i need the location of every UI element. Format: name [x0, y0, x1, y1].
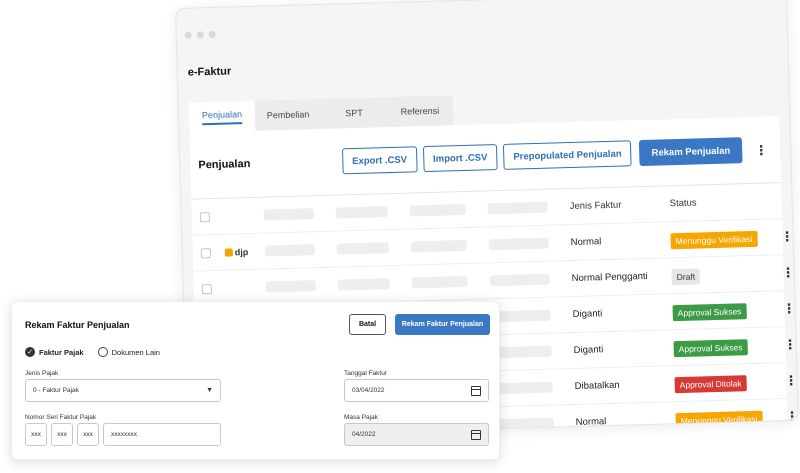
status-badge: Menunggu Verifikasi	[670, 230, 758, 249]
placeholder-cell	[487, 201, 548, 215]
status-cell: Menunggu Verifikasi	[675, 408, 785, 429]
jenis-faktur-cell: Diganti	[573, 344, 604, 356]
kebab-menu-icon[interactable]: ⋮	[783, 337, 796, 352]
column-header-jenis: Jenis Faktur	[569, 199, 622, 213]
rekam-faktur-button[interactable]: Rekam Faktur Penjualan	[395, 314, 490, 335]
nomor-seri-part-1[interactable]: xxx	[25, 423, 47, 446]
tanggal-faktur-input[interactable]: 03/04/2022	[344, 379, 489, 402]
placeholder-cell	[489, 273, 550, 287]
nomor-seri-label: Nomor Seri Faktur Pajak	[25, 414, 97, 421]
jenis-pajak-select[interactable]: 0 - Faktur Pajak ▼	[25, 379, 221, 402]
placeholder-cell	[335, 206, 388, 219]
select-all-checkbox[interactable]	[199, 211, 210, 222]
masa-pajak-label: Masa Pajak	[344, 414, 378, 421]
djp-logo-icon: djp	[224, 246, 265, 257]
rekam-faktur-form: Rekam Faktur Penjualan Batal Rekam Faktu…	[11, 301, 500, 460]
status-cell: Approval Ditolak	[674, 372, 784, 393]
status-cell: Menunggu Verifikasi	[670, 228, 780, 249]
window-dot-icon	[208, 30, 216, 39]
calendar-icon[interactable]	[471, 385, 481, 396]
jenis-faktur-cell: Normal	[575, 416, 607, 428]
row-checkbox[interactable]	[201, 283, 212, 294]
status-badge: Approval Ditolak	[674, 374, 747, 393]
batal-button[interactable]: Batal	[349, 314, 386, 335]
calendar-icon[interactable]	[471, 429, 481, 440]
radio-empty-icon	[97, 347, 108, 357]
rekam-penjualan-button[interactable]: Rekam Penjualan	[639, 137, 743, 167]
kebab-menu-icon[interactable]: ⋮	[780, 229, 793, 244]
window-dot-icon	[184, 31, 192, 39]
jenis-faktur-cell: Diganti	[572, 308, 603, 321]
radio-dokumen-lain[interactable]: Dokumen Lain	[97, 347, 160, 357]
jenis-faktur-cell: Normal Pengganti	[571, 270, 648, 285]
tanggal-faktur-label: Tanggal Faktur	[344, 370, 387, 377]
placeholder-cell	[409, 203, 466, 217]
form-title: Rekam Faktur Penjualan	[25, 320, 130, 330]
placeholder-cell	[491, 345, 552, 359]
tab-penjualan[interactable]: Penjualan	[188, 100, 256, 133]
status-badge: Menunggu Verifikasi	[675, 410, 763, 429]
radio-faktur-pajak[interactable]: ✓ Faktur Pajak	[25, 347, 84, 357]
prepopulated-button[interactable]: Prepopulated Penjualan	[503, 140, 632, 170]
placeholder-cell	[488, 237, 549, 251]
dropdown-caret-icon: ▼	[206, 387, 213, 394]
nomor-seri-part-4[interactable]: xxxxxxxx	[103, 423, 221, 446]
import-csv-button[interactable]: Import .CSV	[422, 144, 498, 173]
status-badge: Draft	[671, 267, 701, 285]
kebab-menu-icon[interactable]: ⋮	[781, 265, 794, 280]
placeholder-cell	[492, 381, 553, 395]
placeholder-cell	[410, 239, 467, 253]
status-cell: Approval Sukses	[672, 300, 782, 321]
placeholder-cell	[336, 242, 389, 255]
tab-pembelian[interactable]: Pembelian	[254, 98, 322, 131]
kebab-menu-icon[interactable]: ⋮	[782, 301, 795, 316]
placeholder-cell	[337, 278, 390, 291]
status-cell: Approval Sukses	[673, 336, 783, 357]
jenis-faktur-cell: Dibatalkan	[574, 379, 620, 392]
panel-title: Penjualan	[198, 157, 251, 172]
jenis-pajak-label: Jenis Pajak	[25, 370, 59, 377]
document-type-radio-group: ✓ Faktur Pajak Dokumen Lain	[25, 347, 174, 357]
masa-pajak-input[interactable]: 04/2022	[344, 423, 489, 446]
placeholder-cell	[493, 417, 554, 431]
tab-referensi[interactable]: Referensi	[386, 95, 454, 128]
kebab-menu-icon[interactable]: ⋮	[752, 142, 770, 157]
jenis-faktur-cell: Normal	[570, 236, 602, 249]
export-csv-button[interactable]: Export .CSV	[341, 146, 418, 175]
status-badge: Approval Sukses	[673, 338, 748, 357]
placeholder-cell	[411, 275, 468, 289]
row-checkbox[interactable]	[200, 247, 211, 258]
kebab-menu-icon[interactable]: ⋮	[785, 409, 798, 424]
radio-check-icon: ✓	[25, 347, 35, 357]
nomor-seri-part-2[interactable]: xxx	[51, 423, 73, 446]
placeholder-cell	[265, 280, 316, 293]
placeholder-cell	[264, 244, 315, 257]
status-cell: Draft	[671, 264, 781, 285]
nomor-seri-part-3[interactable]: xxx	[77, 423, 99, 446]
placeholder-cell	[263, 208, 314, 221]
tab-spt[interactable]: SPT	[320, 97, 388, 129]
kebab-menu-icon[interactable]: ⋮	[784, 373, 797, 388]
column-header-status: Status	[669, 197, 697, 210]
window-dot-icon	[196, 31, 204, 39]
status-badge: Approval Sukses	[672, 302, 747, 321]
